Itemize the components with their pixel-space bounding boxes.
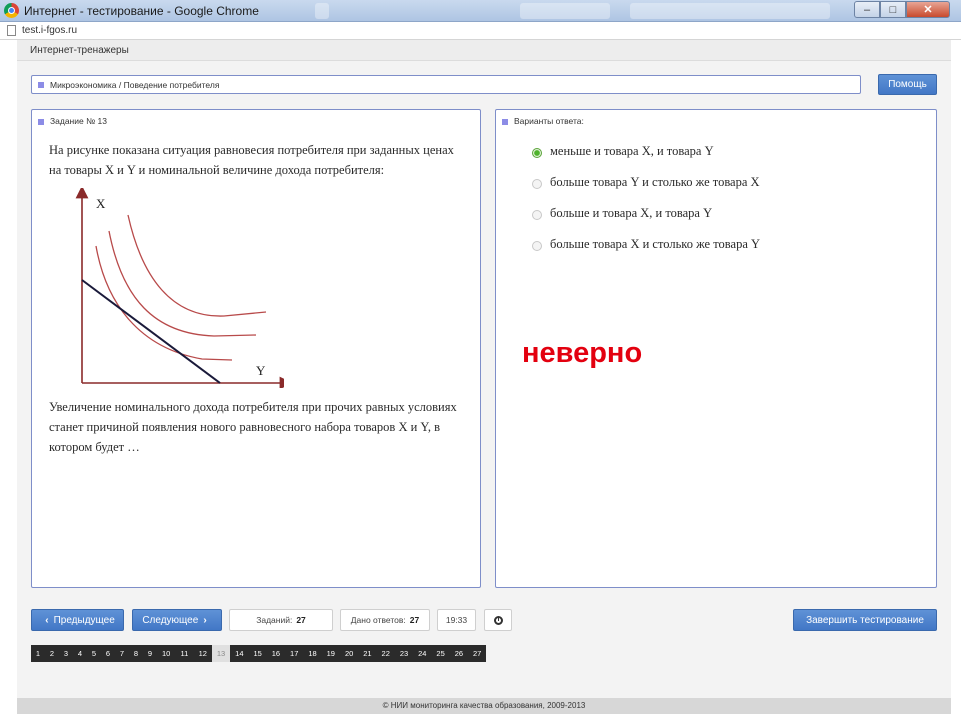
copyright-text: © НИИ мониторинга качества образования, …: [382, 701, 586, 710]
x-axis-label: Y: [256, 363, 266, 378]
pager-item-current[interactable]: 13: [211, 645, 231, 662]
pager-item[interactable]: 23: [394, 645, 414, 662]
pager-item[interactable]: 9: [143, 645, 157, 662]
radio-icon[interactable]: [532, 179, 542, 189]
pager-item[interactable]: 2: [45, 645, 59, 662]
maximize-button[interactable]: □: [880, 1, 906, 18]
answer-label[interactable]: больше товара X и столько же товара Y: [550, 237, 760, 252]
pager-item[interactable]: 18: [303, 645, 322, 662]
window-controls: – □ ✕: [854, 1, 950, 18]
next-button-label: Следующее: [142, 614, 199, 626]
app-container: Интернет-тренажеры Микроэкономика / Пове…: [17, 40, 951, 714]
close-button[interactable]: ✕: [906, 1, 950, 18]
radio-selected-icon[interactable]: [532, 148, 542, 158]
pager-item[interactable]: 17: [285, 645, 304, 662]
answered-label: Дано ответов:: [350, 615, 406, 625]
answer-label[interactable]: меньше и товара X, и товара Y: [550, 144, 714, 159]
pager-item[interactable]: 16: [266, 645, 286, 662]
question-panel: Задание № 13 На рисунке показана ситуаци…: [31, 109, 481, 588]
window-title: Интернет - тестирование - Google Chrome: [24, 4, 259, 18]
app-name: Интернет-тренажеры: [30, 45, 129, 56]
pager-item[interactable]: 25: [431, 645, 450, 662]
pager-item[interactable]: 4: [73, 645, 87, 662]
answer-option[interactable]: больше и товара X, и товара Y: [532, 206, 760, 237]
pager-item[interactable]: 12: [193, 645, 212, 662]
breadcrumb-text: Микроэкономика / Поведение потребителя: [50, 80, 220, 90]
tasks-value: 27: [296, 615, 306, 625]
footer: © НИИ мониторинга качества образования, …: [17, 698, 951, 714]
indifference-curve-graph: X Y: [75, 188, 284, 388]
answered-value: 27: [409, 615, 420, 625]
pager-item[interactable]: 20: [339, 645, 359, 662]
indifference-curve: [95, 245, 233, 361]
pager-item[interactable]: 10: [157, 645, 176, 662]
minimize-button[interactable]: –: [854, 1, 880, 18]
help-button[interactable]: Помощь: [878, 74, 937, 95]
answer-label[interactable]: больше товара Y и столько же товара X: [550, 175, 760, 190]
background-tab[interactable]: [520, 3, 610, 19]
pager-item[interactable]: 11: [175, 645, 194, 662]
pager-item[interactable]: 5: [87, 645, 101, 662]
pager-item[interactable]: 1: [31, 645, 45, 662]
prev-button-label: Предыдущее: [53, 614, 115, 626]
pager-item[interactable]: 7: [115, 645, 129, 662]
pager-item[interactable]: 8: [129, 645, 143, 662]
question-header: Задание № 13: [38, 116, 107, 126]
browser-window: Интернет - тестирование - Google Chrome …: [0, 0, 961, 714]
window-titlebar: Интернет - тестирование - Google Chrome …: [0, 0, 961, 22]
chevron-left-icon: ‹: [45, 614, 49, 626]
answer-options: меньше и товара X, и товара Y больше тов…: [532, 144, 760, 268]
pager-item[interactable]: 24: [413, 645, 432, 662]
answer-option[interactable]: больше товара Y и столько же товара X: [532, 175, 760, 206]
pager-item[interactable]: 26: [449, 645, 469, 662]
indifference-curve: [108, 230, 257, 337]
background-tab[interactable]: [630, 3, 830, 19]
pager-item[interactable]: 15: [248, 645, 267, 662]
chevron-right-icon: ›: [203, 614, 207, 626]
radio-icon[interactable]: [532, 241, 542, 251]
timer: 19:33: [437, 609, 476, 631]
square-bullet-icon: [502, 118, 508, 125]
answers-header: Варианты ответа:: [502, 116, 584, 126]
clock-button[interactable]: [484, 609, 512, 631]
answer-option[interactable]: меньше и товара X, и товара Y: [532, 144, 760, 175]
pager-item[interactable]: 22: [376, 645, 395, 662]
square-bullet-icon: [38, 82, 44, 88]
pager-item[interactable]: 19: [321, 645, 340, 662]
answer-label[interactable]: больше и товара X, и товара Y: [550, 206, 712, 221]
verdict-text: неверно: [522, 337, 643, 369]
app-header: Интернет-тренажеры: [17, 40, 951, 61]
tab-close-icon[interactable]: [315, 3, 329, 19]
chrome-logo-icon: [4, 3, 19, 18]
tasks-label: Заданий:: [256, 615, 293, 625]
question-pager: 1 2 3 4 5 6 7 8 9 10 11 12 13 14 15 16 17 18 19 20 21 22 23 24 2…: [31, 645, 487, 662]
finish-test-button[interactable]: Завершить тестирование: [793, 609, 937, 631]
question-number: Задание № 13: [50, 116, 108, 126]
address-bar[interactable]: test.i-fgos.ru: [0, 22, 961, 40]
pager-item[interactable]: 3: [59, 645, 73, 662]
answered-count-box: Дано ответов: 27: [340, 609, 430, 631]
square-bullet-icon: [38, 118, 44, 125]
url-text[interactable]: test.i-fgos.ru: [22, 25, 77, 36]
radio-icon[interactable]: [532, 210, 542, 220]
pager-item[interactable]: 27: [468, 645, 487, 662]
answers-header-label: Варианты ответа:: [514, 116, 584, 126]
y-axis-label: X: [96, 196, 106, 211]
page-icon: [7, 25, 16, 36]
clock-icon: [493, 615, 503, 625]
indifference-curve: [127, 214, 267, 317]
question-outro: Увеличение номинального дохода потребите…: [49, 400, 457, 454]
prev-button[interactable]: ‹ Предыдущее: [31, 609, 124, 631]
pager-item[interactable]: 21: [358, 645, 377, 662]
next-button[interactable]: Следующее ›: [132, 609, 222, 631]
budget-line: [81, 279, 221, 384]
tasks-count-box: Заданий: 27: [229, 609, 333, 631]
pager-item[interactable]: 6: [101, 645, 115, 662]
question-intro: На рисунке показана ситуация равновесия …: [49, 143, 454, 177]
pager-item[interactable]: 14: [230, 645, 249, 662]
breadcrumb: Микроэкономика / Поведение потребителя: [31, 75, 861, 94]
answer-option[interactable]: больше товара X и столько же товара Y: [532, 237, 760, 268]
